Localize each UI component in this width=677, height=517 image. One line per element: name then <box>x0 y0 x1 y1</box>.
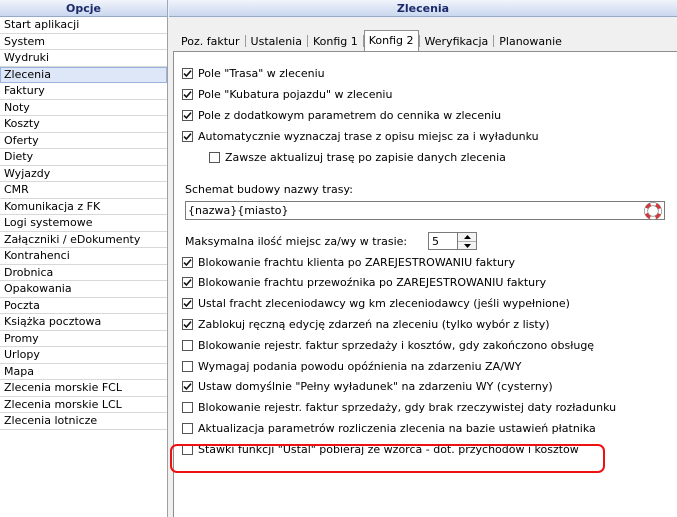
sidebar-item[interactable]: Zlecenia <box>0 66 167 83</box>
arrow-up-icon <box>463 235 471 239</box>
sidebar-item[interactable]: Książka pocztowa <box>0 314 167 331</box>
sidebar-item[interactable]: Zlecenia morskie FCL <box>0 380 167 397</box>
sidebar-item[interactable]: Mapa <box>0 364 167 380</box>
sidebar-item[interactable]: Noty <box>0 100 167 116</box>
sidebar-item[interactable]: Poczta <box>0 298 167 314</box>
option-label: Pole "Trasa" w zleceniu <box>198 66 325 80</box>
option-row[interactable]: Aktualizacja parametrów rozliczenia zlec… <box>182 421 596 435</box>
option-row[interactable]: Zablokuj ręczną edycję zdarzeń na zlecen… <box>182 317 550 331</box>
route-schema-input[interactable] <box>185 201 665 220</box>
konfig2-panel: Pole "Trasa" w zleceniu Pole "Kubatura po… <box>173 51 677 517</box>
sidebar-item[interactable]: Urlopy <box>0 347 167 364</box>
option-row[interactable]: Blokowanie rejestr. faktur sprzedaży, gd… <box>182 401 616 415</box>
option-checkbox[interactable] <box>182 402 193 414</box>
sidebar-item[interactable]: Kontrahenci <box>0 248 167 265</box>
option-row[interactable]: Ustal fracht zleceniodawcy wg km zleceni… <box>182 297 570 311</box>
option-label: Blokowanie frachtu klienta po ZAREJESTRO… <box>198 255 515 269</box>
stepper-up-button[interactable] <box>458 233 476 241</box>
option-label: Wymagaj podania powodu opóźnienia na zda… <box>198 359 522 373</box>
tab[interactable]: Planowanie <box>494 32 567 51</box>
sidebar-item[interactable]: Logi systemowe <box>0 215 167 232</box>
option-checkbox[interactable] <box>182 339 193 351</box>
option-row[interactable]: Pole "Kubatura pojazdu" w zleceniu <box>182 87 392 101</box>
option-row[interactable]: Pole "Trasa" w zleceniu <box>182 66 325 80</box>
sidebar-item[interactable]: Faktury <box>0 83 167 100</box>
route-schema-label: Schemat budowy nazwy trasy: <box>185 183 353 196</box>
option-row[interactable]: Blokowanie frachtu przewoźnika po ZAREJE… <box>182 276 546 290</box>
option-label: Blokowanie rejestr. faktur sprzedaży i k… <box>198 338 595 352</box>
option-row[interactable]: Zawsze aktualizuj trasę po zapisie danyc… <box>209 150 506 164</box>
option-checkbox[interactable] <box>182 318 193 330</box>
section-header: Zlecenia <box>169 0 677 17</box>
max-places-stepper <box>458 232 477 250</box>
sidebar-item[interactable]: Promy <box>0 331 167 347</box>
option-checkbox[interactable] <box>182 443 193 455</box>
option-checkbox[interactable] <box>182 422 193 434</box>
sidebar-item[interactable]: Załączniki / eDokumenty <box>0 232 167 248</box>
lifebuoy-icon[interactable] <box>642 201 664 220</box>
options-category-list[interactable]: Start aplikacji System Wydruki Zlecenia Fakt… <box>0 17 168 517</box>
sidebar-item[interactable]: Opakowania <box>0 281 167 298</box>
tab[interactable]: Ustalenia <box>246 32 307 51</box>
option-checkbox[interactable] <box>182 67 193 79</box>
option-label: Aktualizacja parametrów rozliczenia zlec… <box>198 421 596 435</box>
option-checkbox[interactable] <box>182 360 193 372</box>
option-label: Zawsze aktualizuj trasę po zapisie danyc… <box>225 150 506 164</box>
arrow-down-icon <box>463 244 471 248</box>
option-label: Zablokuj ręczną edycję zdarzeń na zlecen… <box>198 317 550 331</box>
option-row[interactable]: Blokowanie rejestr. faktur sprzedaży i k… <box>182 338 594 352</box>
sidebar-item[interactable]: Koszty <box>0 116 167 133</box>
option-checkbox[interactable] <box>182 298 193 310</box>
sidebar-item[interactable]: CMR <box>0 182 167 199</box>
sidebar-item[interactable]: Start aplikacji <box>0 17 167 34</box>
option-label: Pole z dodatkowym parametrem do cennika … <box>198 108 502 122</box>
sidebar-item[interactable]: Zlecenia lotnicze <box>0 413 167 430</box>
option-checkbox[interactable] <box>182 277 193 289</box>
option-row[interactable]: Ustaw domyślnie "Pełny wyładunek" na zda… <box>182 380 553 394</box>
sidebar-item[interactable]: Wydruki <box>0 50 167 67</box>
tab-strip: Poz. faktur Ustalenia Konfig 1 Konfig 2 Wery… <box>176 30 567 51</box>
options-header: Opcje <box>0 0 168 17</box>
option-label: Pole "Kubatura pojazdu" w zleceniu <box>198 87 393 101</box>
option-label: Automatycznie wyznaczaj trase z opisu mi… <box>198 129 539 143</box>
sidebar-item[interactable]: Komunikacja z FK <box>0 199 167 215</box>
tab[interactable]: Weryfikacja <box>420 32 494 51</box>
option-label: Blokowanie rejestr. faktur sprzedaży, gd… <box>198 401 617 415</box>
option-row[interactable]: Automatycznie wyznaczaj trase z opisu mi… <box>182 129 539 143</box>
option-row[interactable]: Wymagaj podania powodu opóźnienia na zda… <box>182 359 521 373</box>
option-checkbox[interactable] <box>182 109 193 121</box>
sidebar-item[interactable]: Drobnica <box>0 265 167 281</box>
tab[interactable]: Konfig 2 <box>363 30 419 51</box>
option-row[interactable]: Pole z dodatkowym parametrem do cennika … <box>182 108 501 122</box>
option-checkbox[interactable] <box>182 130 193 142</box>
option-checkbox[interactable] <box>182 381 193 393</box>
option-label: Blokowanie frachtu przewoźnika po ZAREJE… <box>198 276 547 290</box>
option-label: Stawki funkcji "Ustal" pobieraj ze wzorc… <box>198 442 579 456</box>
sidebar-item[interactable]: Oferty <box>0 133 167 149</box>
option-checkbox[interactable] <box>182 256 193 268</box>
option-row[interactable]: Stawki funkcji "Ustal" pobieraj ze wzorc… <box>182 442 579 456</box>
tab[interactable]: Poz. faktur <box>176 32 245 51</box>
sidebar-item[interactable]: Diety <box>0 149 167 166</box>
tab[interactable]: Konfig 1 <box>308 32 363 51</box>
option-row[interactable]: Blokowanie frachtu klienta po ZAREJESTRO… <box>182 255 515 269</box>
max-places-label: Maksymalna ilość miejsc za/wy w trasie: <box>185 235 408 248</box>
sidebar-item[interactable]: Wyjazdy <box>0 166 167 182</box>
max-places-input[interactable] <box>428 232 458 250</box>
sidebar-item[interactable]: System <box>0 34 167 50</box>
stepper-down-button[interactable] <box>458 241 476 250</box>
option-label: Ustaw domyślnie "Pełny wyładunek" na zda… <box>198 380 553 394</box>
option-label: Ustal fracht zleceniodawcy wg km zleceni… <box>198 297 570 311</box>
option-checkbox[interactable] <box>209 151 220 163</box>
sidebar-item[interactable]: Zlecenia morskie LCL <box>0 397 167 413</box>
option-checkbox[interactable] <box>182 88 193 100</box>
